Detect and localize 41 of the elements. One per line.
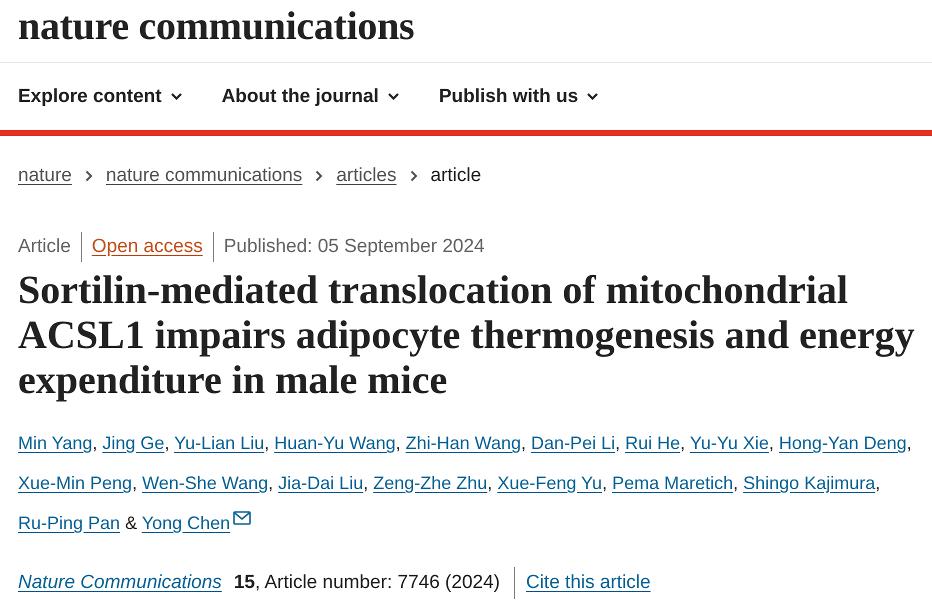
author-link[interactable]: Hong-Yan Deng <box>778 433 907 453</box>
chevron-icon <box>315 170 324 182</box>
author-link[interactable]: Dan-Pei Li <box>531 433 616 453</box>
citation-details: 15, Article number: 7746 (2024) <box>234 571 500 595</box>
author-link[interactable]: Pema Maretich <box>612 473 734 493</box>
author-link[interactable]: Yu-Lian Liu <box>174 433 264 453</box>
nav-menu-button[interactable]: Explore content <box>18 86 182 108</box>
author-link[interactable]: Min Yang <box>18 433 92 453</box>
open-access-link[interactable]: Open access <box>80 232 203 262</box>
chevron-icon <box>410 170 418 182</box>
caret-icon <box>587 93 598 100</box>
journal-logo[interactable]: nature communications <box>18 6 414 46</box>
author-link[interactable]: Xue-Min Peng <box>18 473 132 493</box>
article-type-label: Article <box>18 235 71 259</box>
author-link[interactable]: Yu-Yu Xie <box>690 433 769 453</box>
author-link[interactable]: Yong Chen <box>142 513 230 533</box>
author-link[interactable]: Rui He <box>625 433 680 453</box>
breadcrumb-link[interactable]: articles <box>336 164 396 188</box>
author-link[interactable]: Xue-Feng Yu <box>497 473 602 493</box>
author-link[interactable]: Zhi-Han Wang <box>406 433 522 453</box>
author-link[interactable]: Ru-Ping Pan <box>18 513 120 533</box>
caret-icon <box>388 93 399 100</box>
author-link[interactable]: Jing Ge <box>102 433 164 453</box>
nav-menu-button[interactable]: About the journal <box>222 86 399 108</box>
breadcrumb-link[interactable]: nature <box>18 164 72 188</box>
journal-link[interactable]: Nature Communications <box>18 567 222 599</box>
author-link[interactable]: Jia-Dai Liu <box>278 473 364 493</box>
article-title: Sortilin-mediated translocation of mitochondrial ACSL1 impairs adipocyte thermogenesis and energy expenditure in male mice <box>18 267 916 402</box>
author-link[interactable]: Shingo Kajimura <box>743 473 876 493</box>
author-list: Min Yang, Jing Ge, Yu-Lian Liu, Huan-Yu Wang, Zhi-Han Wang, Dan-Pei Li, Rui He, Yu-Yu Xie, Hong-Yan Deng, Xue-Min Peng, Wen-She Wang, Jia-Dai Liu, Zeng-Zhe Zhu, Xue-Feng Yu, Pema Maretich, Shingo Kajimura, Ru-Ping Pan & Yong Chen <box>18 423 922 543</box>
breadcrumb-current: article <box>430 164 482 188</box>
published-date: Published: 05 September 2024 <box>212 232 485 262</box>
author-link[interactable]: Zeng-Zhe Zhu <box>373 473 488 493</box>
chevron-icon <box>84 170 93 182</box>
nav-menu-button[interactable]: Publish with us <box>438 86 598 108</box>
author-link[interactable]: Huan-Yu Wang <box>274 433 396 453</box>
author-link[interactable]: Wen-She Wang <box>142 473 268 493</box>
email-icon[interactable] <box>233 511 252 525</box>
breadcrumb-link[interactable]: nature communications <box>106 164 302 188</box>
cite-article-link[interactable]: Cite this article <box>514 567 651 599</box>
caret-icon <box>170 93 182 100</box>
